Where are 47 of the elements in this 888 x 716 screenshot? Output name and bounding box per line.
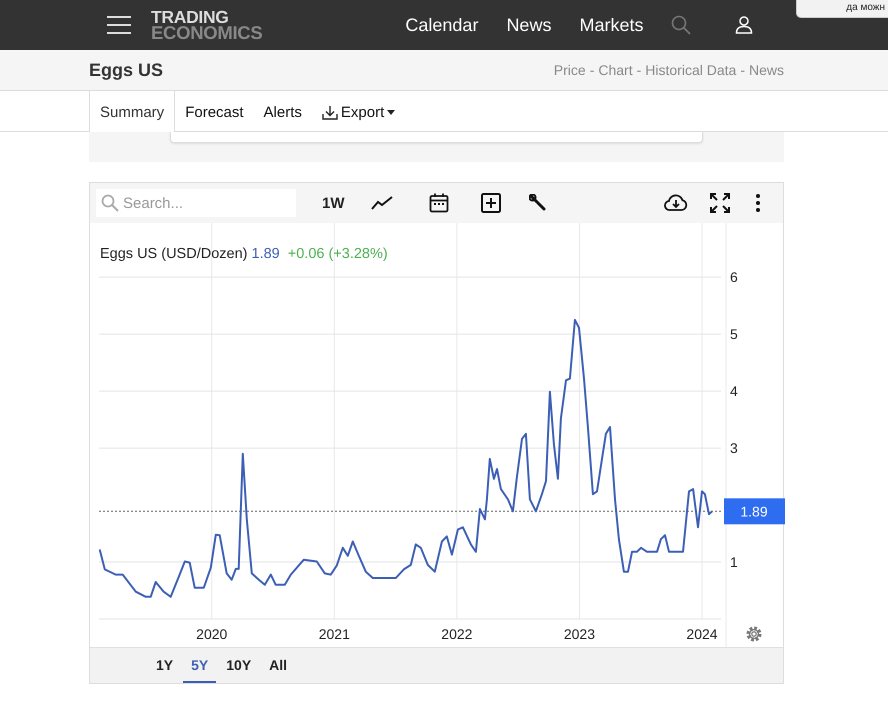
nav-link[interactable]: News (506, 14, 552, 36)
plus-square-icon[interactable] (480, 193, 500, 213)
caret-icon (387, 110, 396, 114)
search-icon[interactable] (671, 15, 692, 35)
cloud-download-icon[interactable] (664, 194, 688, 212)
search-icon (101, 194, 119, 212)
nav-link[interactable]: Calendar (405, 14, 478, 36)
separator-text: - (590, 62, 594, 78)
search-field[interactable]: Search... (96, 189, 296, 217)
tab[interactable]: Summary (89, 91, 176, 133)
line-chart-icon[interactable] (370, 196, 392, 210)
page-title: Eggs US (89, 60, 164, 80)
chart-legend: Eggs US (USD/Dozen) 1.89 +0.06 (+3.28%) (100, 246, 388, 262)
tab[interactable]: Alerts (254, 91, 312, 133)
axis-label: 3 (730, 440, 738, 456)
ref-line-label: 1.89 (740, 503, 768, 520)
axis-label: 2024 (686, 626, 718, 642)
user-icon[interactable] (735, 16, 754, 34)
separator-text: - (740, 62, 745, 78)
axis-label: 2023 (564, 626, 596, 642)
price-tag: 1.89 (724, 498, 785, 524)
menu-icon[interactable] (107, 16, 131, 34)
range-button[interactable]: 10Y (218, 648, 260, 683)
popup-text: да можн (846, 2, 885, 13)
axis-label: 4 (730, 383, 738, 400)
interval-button[interactable]: 1W (316, 194, 350, 212)
range-button[interactable]: 5Y (183, 648, 216, 683)
logo-text[interactable]: ECONOMICS (151, 25, 262, 40)
tab[interactable]: Forecast (175, 91, 254, 133)
download-icon (322, 104, 338, 120)
export-dropdown[interactable]: Export (312, 91, 406, 133)
settings-icon[interactable] (746, 626, 762, 642)
logo-text[interactable]: TRADING (151, 10, 262, 25)
range-button[interactable]: All (261, 648, 296, 683)
axis-label: 1 (730, 554, 738, 570)
axis-label: 5 (730, 326, 738, 342)
axis-label: 2022 (441, 626, 472, 642)
wrench-icon[interactable] (528, 194, 546, 212)
fullscreen-icon[interactable] (710, 193, 730, 213)
range-button[interactable]: 1Y (148, 648, 182, 683)
axis-label: 2020 (196, 626, 228, 642)
nav-link[interactable]: Markets (579, 14, 644, 36)
axis-label: 6 (730, 269, 738, 286)
more-icon[interactable] (756, 194, 760, 212)
calendar-icon[interactable] (428, 193, 448, 213)
axis-label: 2021 (318, 626, 350, 642)
separator-text: - (636, 62, 642, 78)
